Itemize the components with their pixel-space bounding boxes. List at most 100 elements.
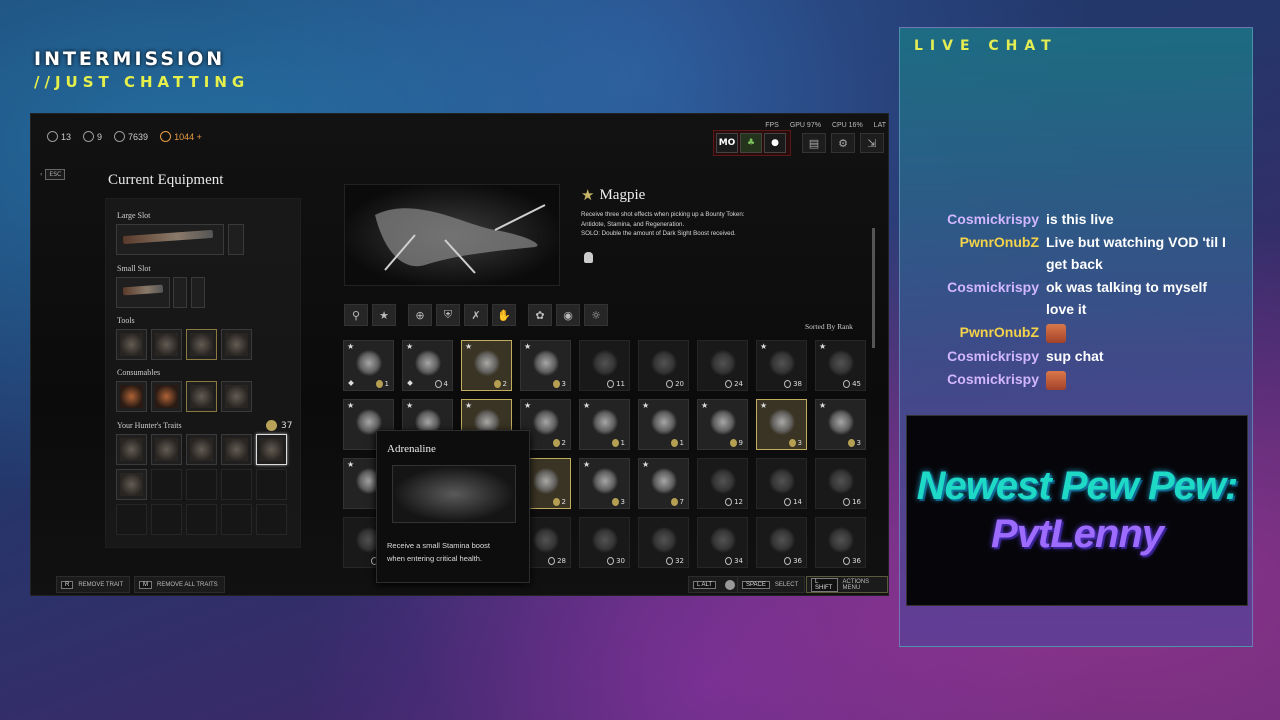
- paw-filter-icon[interactable]: ✿: [528, 304, 552, 326]
- rank-lock-icon: [666, 557, 674, 565]
- rank-lock-icon: [725, 498, 733, 506]
- equipped-trait-slot[interactable]: [116, 504, 147, 535]
- trait-card[interactable]: ★ 1: [579, 399, 630, 450]
- equipped-trait-slot[interactable]: [151, 504, 182, 535]
- trait-card[interactable]: ★ 3: [579, 458, 630, 509]
- trait-card[interactable]: 16: [815, 458, 866, 509]
- trait-title: ★ Magpie: [581, 186, 645, 205]
- hand-filter-icon[interactable]: ✋: [492, 304, 516, 326]
- equipped-trait-slot[interactable]: [116, 469, 147, 500]
- trait-art-icon: [225, 438, 248, 461]
- equipped-trait-slot[interactable]: [221, 469, 252, 500]
- chat-icon[interactable]: ▤: [802, 133, 826, 153]
- trait-card[interactable]: 20: [638, 340, 689, 391]
- trait-card[interactable]: ★ 4: [402, 340, 453, 391]
- equipped-trait-slot[interactable]: [186, 504, 217, 535]
- trait-card[interactable]: ★ 7: [638, 458, 689, 509]
- melee-filter-icon[interactable]: ✗: [464, 304, 488, 326]
- trait-card[interactable]: 32: [638, 517, 689, 568]
- equipped-trait-slot[interactable]: [221, 504, 252, 535]
- blood-bond-counter[interactable]: 1044 +: [160, 131, 202, 142]
- bullets-value: 9: [97, 131, 103, 142]
- trait-card[interactable]: ★ 3: [756, 399, 807, 450]
- select-button[interactable]: SPACE SELECT: [737, 576, 806, 593]
- trait-card[interactable]: 34: [697, 517, 748, 568]
- equipped-trait-slot[interactable]: [151, 434, 182, 465]
- top-right-controls: MO ♣ ● ▤ ⚙ ⇲: [713, 126, 884, 156]
- search-icon[interactable]: ⚲: [344, 304, 368, 326]
- upgrade-point-icon: [611, 498, 619, 506]
- upgrade-point-icon: [266, 420, 277, 431]
- consumable-slot-4[interactable]: [221, 381, 252, 412]
- large-slot-ammo[interactable]: [228, 224, 244, 255]
- trait-card[interactable]: 30: [579, 517, 630, 568]
- tool-slot-4[interactable]: [221, 329, 252, 360]
- trait-card[interactable]: 36: [815, 517, 866, 568]
- trait-card[interactable]: ★ 2: [461, 340, 512, 391]
- remove-all-traits-button[interactable]: M REMOVE ALL TRAITS: [134, 576, 225, 593]
- squad-box[interactable]: MO ♣ ●: [713, 130, 791, 156]
- trait-cost: 3: [611, 498, 625, 506]
- tool-slot-2[interactable]: [151, 329, 182, 360]
- trait-card[interactable]: 12: [697, 458, 748, 509]
- voice-button[interactable]: L ALT: [688, 576, 743, 593]
- trait-card[interactable]: ★ 38: [756, 340, 807, 391]
- equipped-trait-slot[interactable]: [151, 469, 182, 500]
- trait-card[interactable]: ★ 1: [343, 340, 394, 391]
- small-slot-ammo-1[interactable]: [173, 277, 187, 308]
- remove-trait-button[interactable]: R REMOVE TRAIT: [56, 576, 131, 593]
- trait-card[interactable]: 36: [756, 517, 807, 568]
- small-slot-weapon[interactable]: [116, 277, 170, 308]
- shield-filter-icon[interactable]: ⛨: [436, 304, 460, 326]
- r-key: R: [61, 580, 74, 589]
- equipped-trait-slot[interactable]: [186, 434, 217, 465]
- trait-card[interactable]: ★ 45: [815, 340, 866, 391]
- sort-label[interactable]: Sorted By Rank: [805, 322, 853, 331]
- trait-grid-scrollbar[interactable]: [872, 228, 875, 348]
- consumable-slot-3[interactable]: [186, 381, 217, 412]
- new-marker-icon: [407, 380, 413, 386]
- tool-slot-1[interactable]: [116, 329, 147, 360]
- squad-slot-3[interactable]: ●: [764, 133, 786, 153]
- favorite-filter-icon[interactable]: ★: [372, 304, 396, 326]
- squad-slot-mo[interactable]: MO: [716, 133, 738, 153]
- tool-slot-3[interactable]: [186, 329, 217, 360]
- favorite-star-icon: ★: [465, 342, 473, 351]
- trait-card[interactable]: ★ 9: [697, 399, 748, 450]
- trait-card[interactable]: 14: [756, 458, 807, 509]
- trait-card[interactable]: ★ 3: [520, 340, 571, 391]
- equipped-trait-slot[interactable]: [221, 434, 252, 465]
- chat-username[interactable]: PwnrOnubZ: [960, 321, 1039, 343]
- consumable-slot-1[interactable]: [116, 381, 147, 412]
- trait-card[interactable]: ★ 3: [815, 399, 866, 450]
- trait-card[interactable]: ★ 1: [638, 399, 689, 450]
- gear-icon[interactable]: ⚙: [831, 133, 855, 153]
- large-slot-weapon[interactable]: [116, 224, 224, 255]
- ear-filter-icon[interactable]: ☼: [584, 304, 608, 326]
- actions-menu-button[interactable]: L SHIFT ACTIONS MENU: [806, 576, 888, 593]
- rank-lock-icon: [784, 557, 792, 565]
- chat-username[interactable]: Cosmickrispy: [947, 345, 1039, 367]
- equipped-trait-slot[interactable]: [186, 469, 217, 500]
- trait-cost-value: 3: [856, 439, 861, 447]
- chat-text: Live but watching VOD 'til I get back: [1046, 234, 1226, 272]
- chat-username[interactable]: Cosmickrispy: [947, 276, 1039, 298]
- chat-username[interactable]: PwnrOnubZ: [960, 231, 1039, 253]
- chat-username[interactable]: Cosmickrispy: [947, 208, 1039, 230]
- target-filter-icon[interactable]: ⊕: [408, 304, 432, 326]
- trait-cost-value: 9: [738, 439, 743, 447]
- equipped-trait-slot[interactable]: [256, 504, 287, 535]
- back-button[interactable]: ‹ ESC: [40, 169, 66, 180]
- consumable-slot-2[interactable]: [151, 381, 182, 412]
- exit-icon[interactable]: ⇲: [860, 133, 884, 153]
- equipped-trait-slot[interactable]: [116, 434, 147, 465]
- trait-card[interactable]: 24: [697, 340, 748, 391]
- chat-username[interactable]: Cosmickrispy: [947, 368, 1039, 390]
- trait-card[interactable]: 11: [579, 340, 630, 391]
- small-slot-ammo-2[interactable]: [191, 277, 205, 308]
- squad-slot-2[interactable]: ♣: [740, 133, 762, 153]
- trait-tooltip: Adrenaline Receive a small Stamina boost…: [376, 430, 530, 583]
- equipped-trait-slot[interactable]: [256, 469, 287, 500]
- equipped-trait-slot[interactable]: [256, 434, 287, 465]
- eye-filter-icon[interactable]: ◉: [556, 304, 580, 326]
